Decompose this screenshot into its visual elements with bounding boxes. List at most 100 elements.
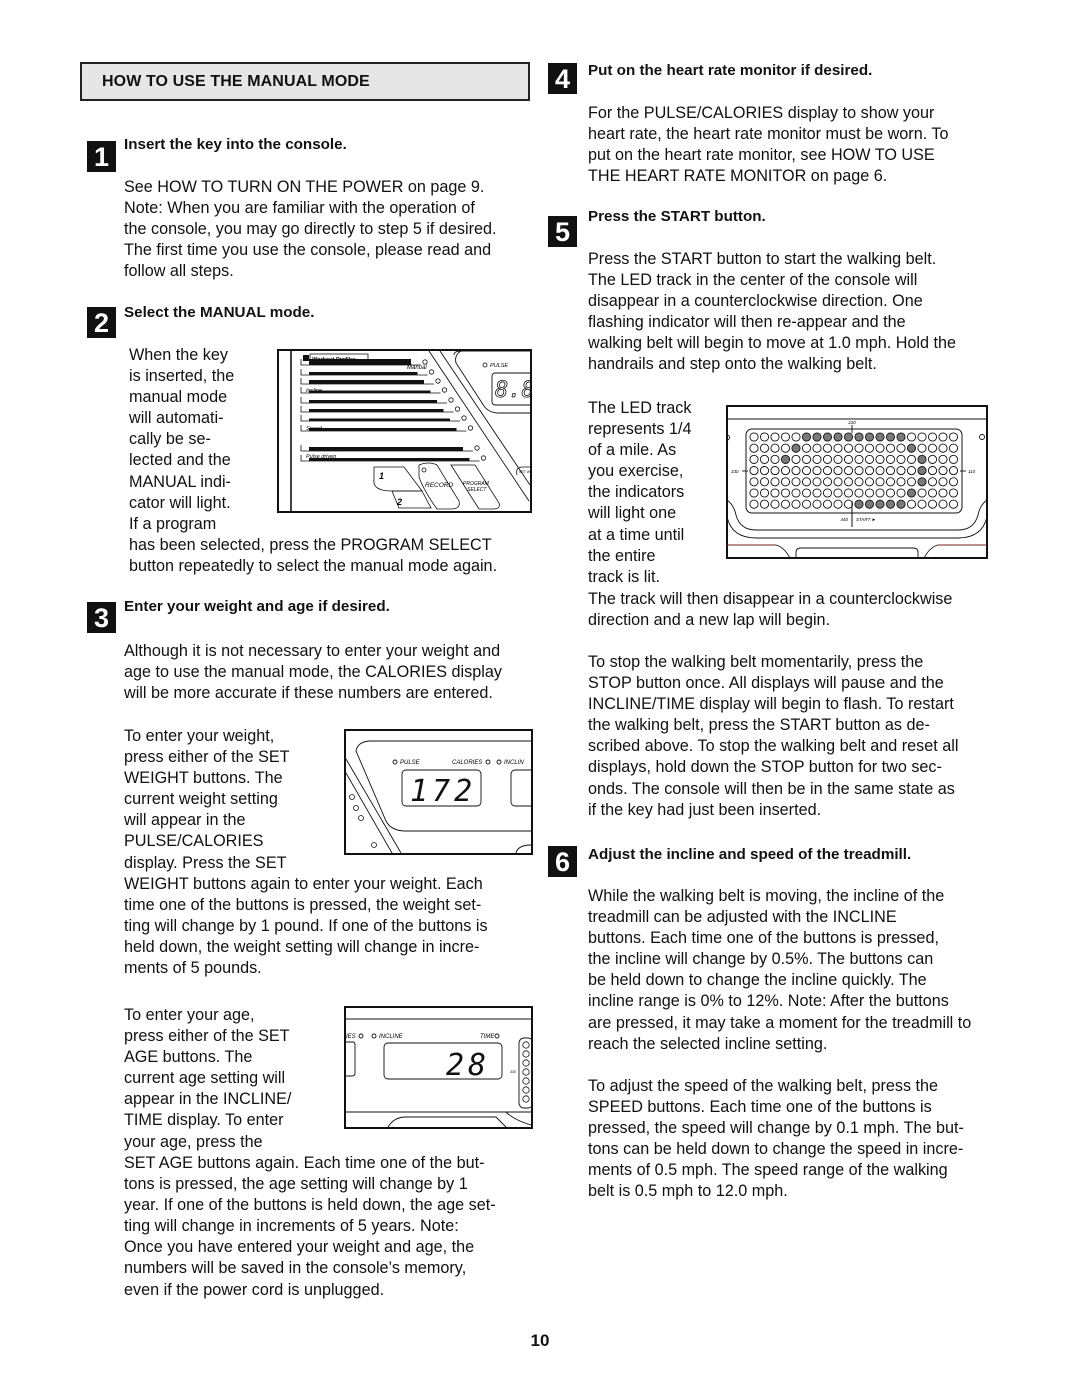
- text-line: SPEED buttons. Each time one of the butt…: [588, 1098, 932, 1117]
- led-indicator: [791, 488, 801, 498]
- text-line: will appear in the: [124, 811, 246, 830]
- led-indicator: [791, 454, 801, 464]
- led-indicator: [759, 454, 770, 464]
- led-indicator: [896, 466, 906, 476]
- led-indicator: [843, 454, 854, 464]
- text-line: year. If one of the buttons is held down…: [124, 1196, 496, 1215]
- led-indicator: [885, 454, 896, 464]
- text-line: WEIGHT buttons. The: [124, 769, 283, 788]
- led-indicator: [843, 488, 854, 498]
- text-line: INCLINE/TIME display will begin to flash…: [588, 695, 954, 714]
- pulse-indicator-icon: [392, 759, 398, 765]
- profile-bar: [309, 409, 444, 412]
- text-line: direction and a new lap will begin.: [588, 611, 831, 630]
- text-line: you exercise,: [588, 462, 684, 481]
- led-indicator-lit: [822, 432, 833, 442]
- text-line: is inserted, the: [129, 367, 235, 386]
- step-3-age-full: SET AGE buttons again. Each time one of …: [124, 1153, 496, 1301]
- text-line: buttons. Each time one of the buttons is…: [588, 929, 939, 948]
- text-line: To stop the walking belt momentarily, pr…: [588, 653, 924, 671]
- time-label: TIME: [480, 1034, 495, 1040]
- text-line: The LED track in the center of the conso…: [588, 271, 918, 290]
- led-indicator: [906, 454, 917, 464]
- led-indicator: [833, 477, 843, 487]
- led-indicator-lit: [896, 432, 906, 442]
- weight-display-figure: PULSE CALORIES INCLIN 172: [344, 729, 533, 855]
- led-indicator: [864, 488, 875, 498]
- text-line: button repeatedly to select the manual m…: [129, 557, 498, 576]
- svg-text:SELECT: SELECT: [467, 487, 487, 493]
- led-indicator: [843, 466, 854, 476]
- led-indicator-lit: [906, 443, 917, 453]
- led-indicator: [854, 488, 864, 498]
- text-line: the indicators: [588, 483, 685, 502]
- incline-label: INCLINE: [379, 1034, 404, 1040]
- step-3-heading: Enter your weight and age if desired.: [124, 598, 390, 615]
- led-dots: [749, 432, 959, 509]
- led-indicator: [759, 499, 770, 509]
- led-indicator: [780, 466, 791, 476]
- step-5-track-full: The track will then disappear in a count…: [588, 589, 952, 631]
- text-line: time one of the buttons is pressed, the …: [124, 896, 482, 915]
- text-line: handrails and step onto the walking belt…: [588, 355, 877, 374]
- led-indicator: [875, 466, 885, 476]
- incline-profile-label: Incline: [306, 388, 322, 394]
- led-indicator: [917, 488, 927, 498]
- led-indicator-lit: [917, 466, 927, 476]
- text-line: The first time you use the console, plea…: [124, 241, 492, 260]
- text-line: held down, the weight setting will chang…: [124, 938, 480, 957]
- text-line: the console, you may go directly to step…: [124, 220, 497, 239]
- text-line: the walking belt, press the START button…: [588, 716, 930, 735]
- text-line: STOP button once. All displays will paus…: [588, 674, 944, 693]
- led-indicator-lit: [854, 432, 864, 442]
- track-start-label: START ►: [856, 517, 876, 522]
- led-indicator: [864, 477, 875, 487]
- step-3-age-wrap: To enter your age, press either of the SE…: [124, 1005, 291, 1153]
- text-line: cally be se-: [129, 430, 211, 449]
- led-indicator-lit: [864, 499, 875, 509]
- step-6-speed-text: To adjust the speed of the walking belt,…: [588, 1076, 964, 1203]
- console-profiles-drawing: Workout Profiles Manual Incline Speed Pu…: [290, 351, 530, 511]
- text-line: THE HEART RATE MONITOR on page 6.: [588, 167, 888, 186]
- led-indicator: [843, 499, 854, 509]
- led-indicator: [822, 454, 833, 464]
- led-indicator: [906, 432, 917, 442]
- text-line: To enter your weight,: [124, 727, 275, 745]
- text-line: displays, hold down the STOP button for …: [588, 758, 942, 777]
- text-line: The LED track: [588, 399, 692, 417]
- age-display-drawing: IES INCLINE TIME 28 330: [346, 1018, 531, 1127]
- incline-label: INCLIN: [504, 760, 524, 766]
- text-line: are pressed, it may take a moment for th…: [588, 1013, 972, 1032]
- text-line: Note: When you are familiar with the ope…: [124, 199, 475, 218]
- led-indicator: [927, 477, 938, 487]
- profile-indicator-icon: [480, 455, 487, 461]
- led-indicator: [822, 466, 833, 476]
- led-indicator: [759, 443, 770, 453]
- led-indicator: [749, 432, 759, 442]
- led-indicator: [854, 443, 864, 453]
- led-indicator: [749, 477, 759, 487]
- text-line: even if the power cord is unplugged.: [124, 1280, 385, 1299]
- led-indicator: [749, 466, 759, 476]
- pulse-indicator-icon: [482, 362, 488, 368]
- step-1-heading: Insert the key into the console.: [124, 136, 347, 153]
- led-indicator: [948, 477, 959, 487]
- text-line: pressed, the speed will change by 0.1 mp…: [588, 1119, 964, 1138]
- text-line: onds. The console will then be in the sa…: [588, 779, 955, 798]
- track-label-440: 440: [840, 517, 848, 522]
- profile-bar: [309, 447, 463, 451]
- text-line: PULSE/CALORIES: [124, 832, 264, 851]
- section-title: HOW TO USE THE MANUAL MODE: [102, 73, 370, 90]
- led-track-figure: 220 330 110 440 START ►: [726, 405, 988, 559]
- console-profiles-figure: Workout Profiles Manual Incline Speed Pu…: [277, 349, 532, 513]
- weight-display-drawing: PULSE CALORIES INCLIN 172: [346, 740, 531, 853]
- text-line: The track will then disappear in a count…: [588, 590, 953, 608]
- led-indicator: [896, 477, 906, 487]
- text-line: display. Press the SET: [124, 853, 287, 872]
- step-5-track-wrap: The LED track represents 1/4 of a mile. As…: [588, 398, 691, 588]
- led-indicator: [948, 466, 959, 476]
- led-indicator: [833, 499, 843, 509]
- led-indicator: [780, 477, 791, 487]
- text-line: lected and the: [129, 451, 231, 470]
- text-line: follow all steps.: [124, 262, 234, 281]
